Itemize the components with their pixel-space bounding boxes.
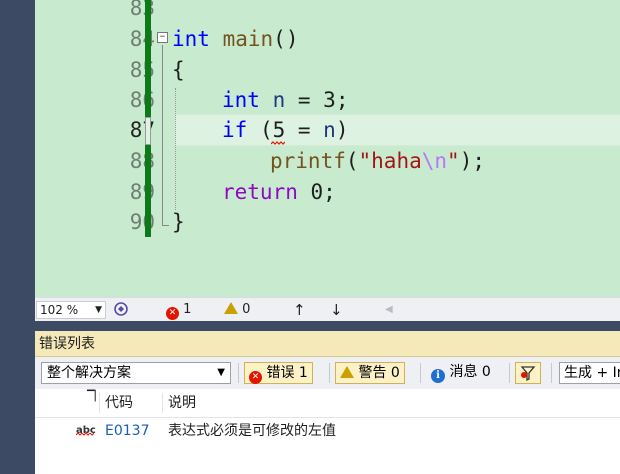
- toolbar-divider: [329, 363, 330, 383]
- code-line-89: return 0;: [222, 180, 336, 204]
- toolbar-divider: [238, 363, 239, 383]
- previous-issue-button[interactable]: ↑: [293, 301, 306, 319]
- column-header-description[interactable]: 说明: [168, 389, 196, 417]
- scope-select[interactable]: 整个解决方案 ▼: [41, 362, 231, 384]
- filter-button[interactable]: [515, 362, 541, 384]
- errors-filter-button[interactable]: ✕ 错误 1: [244, 362, 313, 384]
- intellisense-error-icon: abc: [76, 425, 96, 436]
- column-divider: [162, 393, 163, 413]
- warning-icon: [224, 302, 238, 314]
- toolbar-divider: [509, 363, 510, 383]
- fold-guide: [162, 45, 163, 225]
- code-line-85: {: [172, 58, 185, 82]
- code-cleanup-icon[interactable]: [113, 301, 129, 319]
- warning-icon: [340, 366, 354, 378]
- code-editor[interactable]: 83 84 85 86 87 88 89 90 − int main() { i…: [35, 0, 620, 297]
- error-code-link[interactable]: E0137: [105, 418, 149, 444]
- editor-status-bar: 102 % ▼ ✕ 1 0 ↑ ↓ ◀: [35, 297, 620, 322]
- error-icon: ✕: [249, 371, 262, 384]
- error-squiggle: [271, 141, 285, 145]
- code-line-84: int main(): [172, 27, 299, 51]
- next-issue-button[interactable]: ↓: [330, 301, 343, 319]
- column-header-code[interactable]: 代码: [105, 389, 133, 417]
- error-list-header: ▔▏ 代码 说明: [35, 389, 620, 418]
- column-divider: [99, 393, 100, 413]
- indent-guide: [175, 88, 176, 210]
- scroll-left-icon[interactable]: ◀: [385, 301, 393, 319]
- chevron-down-icon: ▼: [95, 305, 102, 315]
- code-line-90: }: [172, 210, 185, 234]
- toolbar-divider: [420, 363, 421, 383]
- code-line-86: int n = 3;: [222, 88, 349, 112]
- change-tracking-current: [145, 117, 151, 145]
- error-description: 表达式必须是可修改的左值: [168, 423, 336, 439]
- code-line-87: if (5 = n): [222, 118, 349, 142]
- messages-filter-button[interactable]: i 消息 0: [427, 362, 495, 384]
- warning-count-button[interactable]: 0: [224, 301, 250, 319]
- error-count-button[interactable]: ✕ 1: [166, 301, 191, 320]
- filter-icon: [520, 366, 536, 382]
- toolbar-divider: [551, 363, 552, 383]
- error-icon: ✕: [166, 307, 179, 320]
- fold-guide-end: [162, 225, 169, 226]
- panel-title: 错误列表: [35, 331, 620, 357]
- panel-splitter[interactable]: [35, 321, 620, 331]
- chevron-down-icon: ▼: [217, 367, 225, 378]
- error-list-toolbar: 整个解决方案▼ ✕ 错误 1 警告 0 i 消息 0 生成 + IntelliS…: [35, 357, 620, 389]
- zoom-select[interactable]: 102 % ▼: [36, 301, 106, 319]
- code-line-88: printf("haha\n");: [270, 149, 485, 173]
- build-source-select[interactable]: 生成 + IntelliSense: [559, 362, 620, 384]
- error-row[interactable]: abc E0137 表达式必须是可修改的左值: [35, 418, 620, 444]
- sort-icon[interactable]: ▔▏: [87, 383, 102, 411]
- squiggle-icon: [76, 433, 94, 436]
- info-icon: i: [431, 369, 445, 383]
- warnings-filter-button[interactable]: 警告 0: [335, 362, 405, 384]
- error-list-panel: 错误列表 整个解决方案▼ ✕ 错误 1 警告 0 i 消息 0 生成 + Int…: [35, 331, 620, 474]
- collapse-icon[interactable]: −: [157, 32, 168, 43]
